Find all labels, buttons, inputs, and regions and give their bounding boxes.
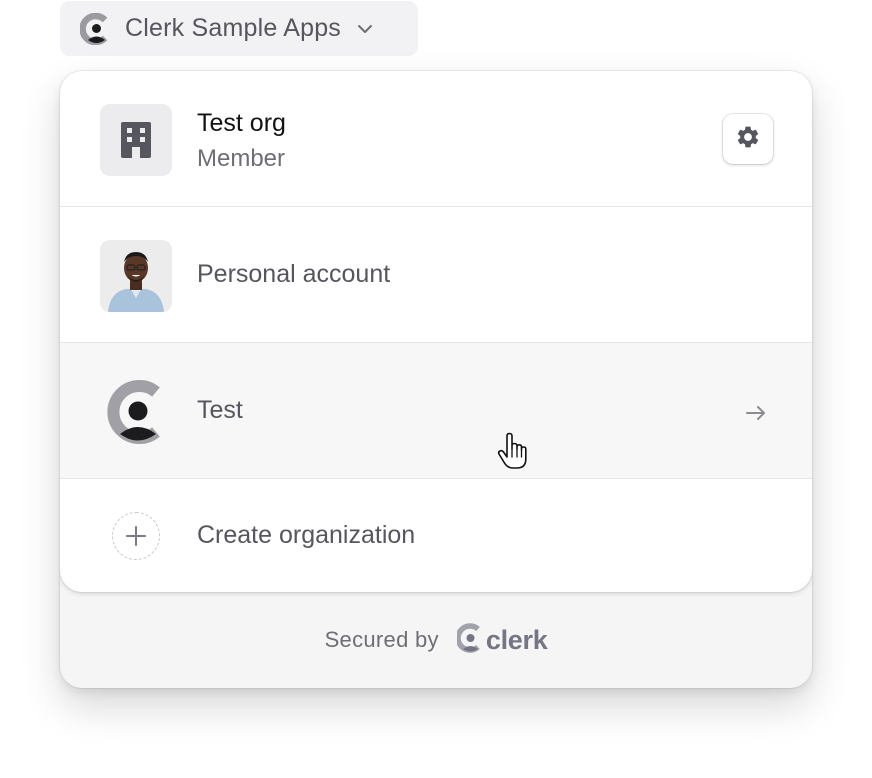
active-organization: Test org Member [60,71,812,207]
clerk-logo-icon [455,622,483,658]
popover-main-card: Test org Member Personal account Test Cr… [60,71,812,592]
clerk-logo-icon [106,380,170,444]
create-organization-label: Create organization [197,521,416,549]
organization-row-test[interactable]: Test [60,343,812,479]
gear-icon [735,124,761,155]
organization-switcher-popover: Test org Member Personal account Test Cr… [60,71,812,688]
active-org-name: Test org [197,109,286,137]
clerk-brand-text: clerk [485,624,548,655]
create-organization-button[interactable]: Create organization [60,479,812,592]
personal-account-label: Personal account [197,260,391,288]
secured-by-footer: Secured by clerk [60,592,812,688]
arrow-right-icon [744,401,768,425]
switcher-label: Clerk Sample Apps [125,14,341,42]
clerk-brand-link[interactable]: clerk [455,622,548,658]
user-avatar [100,240,172,312]
hand-pointer-cursor-icon [494,432,534,472]
active-org-role: Member [197,145,286,172]
organization-label: Test [197,396,243,424]
chevron-down-icon [356,20,374,38]
organization-switcher-trigger[interactable]: Clerk Sample Apps [60,1,418,56]
clerk-logo-icon [80,12,112,45]
plus-icon [112,512,160,560]
manage-organization-button[interactable] [723,114,773,164]
building-icon [100,104,172,176]
secured-by-label: Secured by [324,627,439,652]
personal-account-row[interactable]: Personal account [60,207,812,343]
